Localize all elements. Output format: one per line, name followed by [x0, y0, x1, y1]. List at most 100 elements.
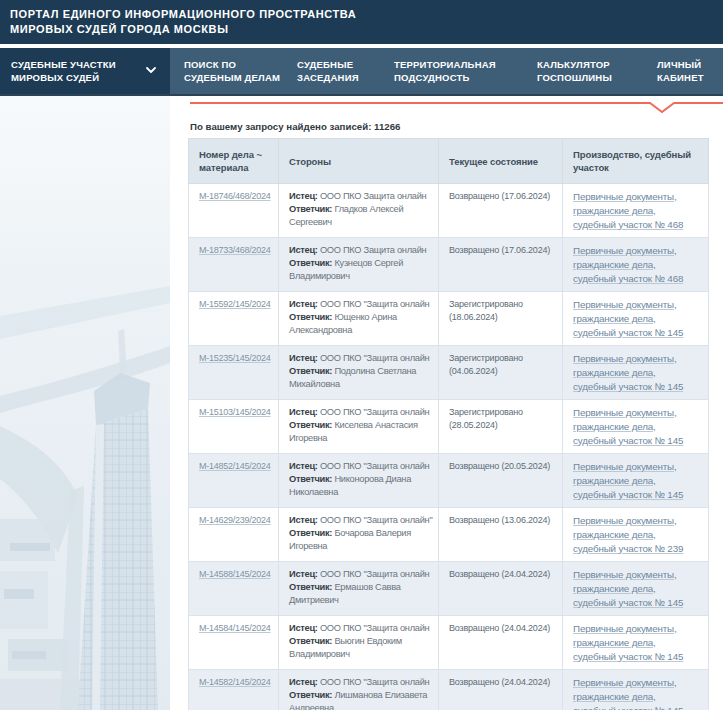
parties-cell: Истец: ООО ПКО Защита онлайнОтветчик: Ку…	[279, 238, 439, 292]
case-number-cell: М-14584/145/2024	[189, 616, 279, 670]
case-status: Зарегистрировано (04.06.2024)	[449, 353, 523, 376]
plaintiff-name: ООО ПКО "Защита онлайн"	[318, 515, 433, 525]
case-number-link[interactable]: М-14629/239/2024	[199, 515, 271, 525]
plaintiff-name: ООО ПКО "Защита онлайн	[318, 353, 430, 363]
plaintiff-label: Истец:	[289, 191, 318, 201]
case-number-link[interactable]: М-15592/145/2024	[199, 299, 271, 309]
case-number-cell: М-14629/239/2024	[189, 508, 279, 562]
defendant-label: Ответчик:	[289, 204, 332, 214]
case-number-cell: М-18746/468/2024	[189, 184, 279, 238]
production-cell: Первичные документы, гражданские дела, с…	[563, 184, 709, 238]
status-cell: Возвращено (17.06.2024)	[439, 238, 563, 292]
production-cell: Первичные документы, гражданские дела, с…	[563, 454, 709, 508]
site-header: ПОРТАЛ ЕДИНОГО ИНФОРМАЦИОННОГО ПРОСТРАНС…	[0, 0, 723, 44]
case-status: Возвращено (24.04.2024)	[449, 677, 550, 687]
case-number-cell: М-14582/145/2024	[189, 670, 279, 710]
production-court-link[interactable]: Первичные документы, гражданские дела, с…	[573, 191, 683, 230]
nav-item-fee-calculator[interactable]: КАЛЬКУЛЯТОР ГОСПОШЛИНЫ	[537, 48, 612, 94]
case-number-cell: М-18733/468/2024	[189, 238, 279, 292]
status-cell: Возвращено (24.04.2024)	[439, 616, 563, 670]
production-court-link[interactable]: Первичные документы, гражданские дела, с…	[573, 461, 683, 500]
col-header-production: Производство, судебный участок	[563, 139, 709, 184]
production-cell: Первичные документы, гражданские дела, с…	[563, 616, 709, 670]
production-court-link[interactable]: Первичные документы, гражданские дела, с…	[573, 515, 683, 554]
defendant-label: Ответчик:	[289, 528, 332, 538]
case-number-link[interactable]: М-14582/145/2024	[199, 677, 271, 687]
table-row: М-14582/145/2024 Истец: ООО ПКО "Защита о…	[189, 670, 709, 710]
case-number-cell: М-15103/145/2024	[189, 400, 279, 454]
production-cell: Первичные документы, гражданские дела, с…	[563, 292, 709, 346]
defendant-label: Ответчик:	[289, 474, 332, 484]
status-cell: Зарегистрировано (04.06.2024)	[439, 346, 563, 400]
plaintiff-label: Истец:	[289, 407, 318, 417]
col-header-parties: Стороны	[279, 139, 439, 184]
production-court-link[interactable]: Первичные документы, гражданские дела, с…	[573, 677, 683, 710]
parties-cell: Истец: ООО ПКО "Защита онлайн"Ответчик: …	[279, 508, 439, 562]
parties-cell: Истец: ООО ПКО Защита онлайнОтветчик: Гл…	[279, 184, 439, 238]
case-number-link[interactable]: М-18746/468/2024	[199, 191, 271, 201]
plaintiff-name: ООО ПКО Защита онлайн	[318, 245, 427, 255]
status-cell: Зарегистрировано (18.06.2024)	[439, 292, 563, 346]
case-status: Возвращено (13.06.2024)	[449, 515, 550, 525]
results-count: По вашему запросу найдено записей: 11266	[190, 121, 400, 132]
plaintiff-label: Истец:	[289, 677, 318, 687]
status-cell: Возвращено (13.06.2024)	[439, 508, 563, 562]
defendant-label: Ответчик:	[289, 312, 332, 322]
defendant-label: Ответчик:	[289, 258, 332, 268]
parties-cell: Истец: ООО ПКО "Защита онлайнОтветчик: Е…	[279, 562, 439, 616]
case-number-link[interactable]: М-14588/145/2024	[199, 569, 271, 579]
production-cell: Первичные документы, гражданские дела, с…	[563, 346, 709, 400]
case-status: Зарегистрировано (18.06.2024)	[449, 299, 523, 322]
production-court-link[interactable]: Первичные документы, гражданские дела, с…	[573, 569, 683, 608]
nav-item-court-sessions[interactable]: СУДЕБНЫЕ ЗАСЕДАНИЯ	[297, 48, 359, 94]
table-row: М-14629/239/2024 Истец: ООО ПКО "Защита о…	[189, 508, 709, 562]
table-row: М-18746/468/2024 Истец: ООО ПКО Защита он…	[189, 184, 709, 238]
plaintiff-label: Истец:	[289, 299, 318, 309]
table-row: М-14852/145/2024Истец: ООО ПКО "Защита о…	[189, 454, 709, 508]
col-header-case-number: Номер дела ~ материала	[189, 139, 279, 184]
production-cell: Первичные документы, гражданские дела, с…	[563, 400, 709, 454]
case-status: Зарегистрировано (28.05.2024)	[449, 407, 523, 430]
nav-item-personal-cabinet[interactable]: ЛИЧНЫЙ КАБИНЕТ	[657, 48, 704, 94]
table-row: М-18733/468/2024 Истец: ООО ПКО Защита он…	[189, 238, 709, 292]
case-number-link[interactable]: М-14852/145/2024	[199, 461, 271, 471]
plaintiff-name: ООО ПКО "Защита онлайн	[318, 407, 430, 417]
defendant-label: Ответчик:	[289, 690, 332, 700]
col-header-status: Текущее состояние	[439, 139, 563, 184]
table-row: М-14588/145/2024 Истец: ООО ПКО "Защита о…	[189, 562, 709, 616]
nav-item-case-search[interactable]: ПОИСК ПО СУДЕБНЫМ ДЕЛАМ	[184, 48, 280, 94]
defendant-label: Ответчик:	[289, 582, 332, 592]
production-court-link[interactable]: Первичные документы, гражданские дела, с…	[573, 245, 683, 284]
production-cell: Первичные документы, гражданские дела, с…	[563, 508, 709, 562]
plaintiff-label: Истец:	[289, 515, 318, 525]
main-nav: СУДЕБНЫЕ УЧАСТКИ МИРОВЫХ СУДЕЙ ПОИСК ПО …	[0, 48, 723, 96]
production-court-link[interactable]: Первичные документы, гражданские дела, с…	[573, 623, 683, 662]
case-number-link[interactable]: М-14584/145/2024	[199, 623, 271, 633]
production-court-link[interactable]: Первичные документы, гражданские дела, с…	[573, 407, 683, 446]
defendant-label: Ответчик:	[289, 636, 332, 646]
site-title-line2: МИРОВЫХ СУДЕЙ ГОРОДА МОСКВЫ	[10, 22, 713, 37]
plaintiff-label: Истец:	[289, 353, 318, 363]
plaintiff-label: Истец:	[289, 245, 318, 255]
case-number-link[interactable]: М-15103/145/2024	[199, 407, 271, 417]
main-content: По вашему запросу найдено записей: 11266…	[170, 96, 723, 710]
defendant-label: Ответчик:	[289, 420, 332, 430]
production-cell: Первичные документы, гражданские дела, с…	[563, 562, 709, 616]
case-number-cell: М-15235/145/2024	[189, 346, 279, 400]
plaintiff-name: ООО ПКО "Защита онлайн	[318, 569, 430, 579]
production-court-link[interactable]: Первичные документы, гражданские дела, с…	[573, 299, 683, 338]
nav-item-court-districts[interactable]: СУДЕБНЫЕ УЧАСТКИ МИРОВЫХ СУДЕЙ	[0, 48, 170, 94]
cases-table-wrap: Номер дела ~ материала Стороны Текущее с…	[188, 138, 708, 710]
case-number-link[interactable]: М-15235/145/2024	[199, 353, 271, 363]
production-cell: Первичные документы, гражданские дела, с…	[563, 238, 709, 292]
parties-cell: Истец: ООО ПКО "Защита онлайнОтветчик: Л…	[279, 670, 439, 710]
sidebar-city-photo	[0, 96, 170, 710]
case-number-link[interactable]: М-18733/468/2024	[199, 245, 271, 255]
plaintiff-label: Истец:	[289, 623, 318, 633]
nav-item-territorial-jurisdiction[interactable]: ТЕРРИТОРИАЛЬНАЯ ПОДСУДНОСТЬ	[394, 48, 496, 94]
case-status: Возвращено (24.04.2024)	[449, 623, 550, 633]
plaintiff-label: Истец:	[289, 569, 318, 579]
results-count-number: 11266	[374, 121, 400, 132]
plaintiff-name: ООО ПКО "Защита онлайн	[318, 461, 430, 471]
production-court-link[interactable]: Первичные документы, гражданские дела, с…	[573, 353, 683, 392]
